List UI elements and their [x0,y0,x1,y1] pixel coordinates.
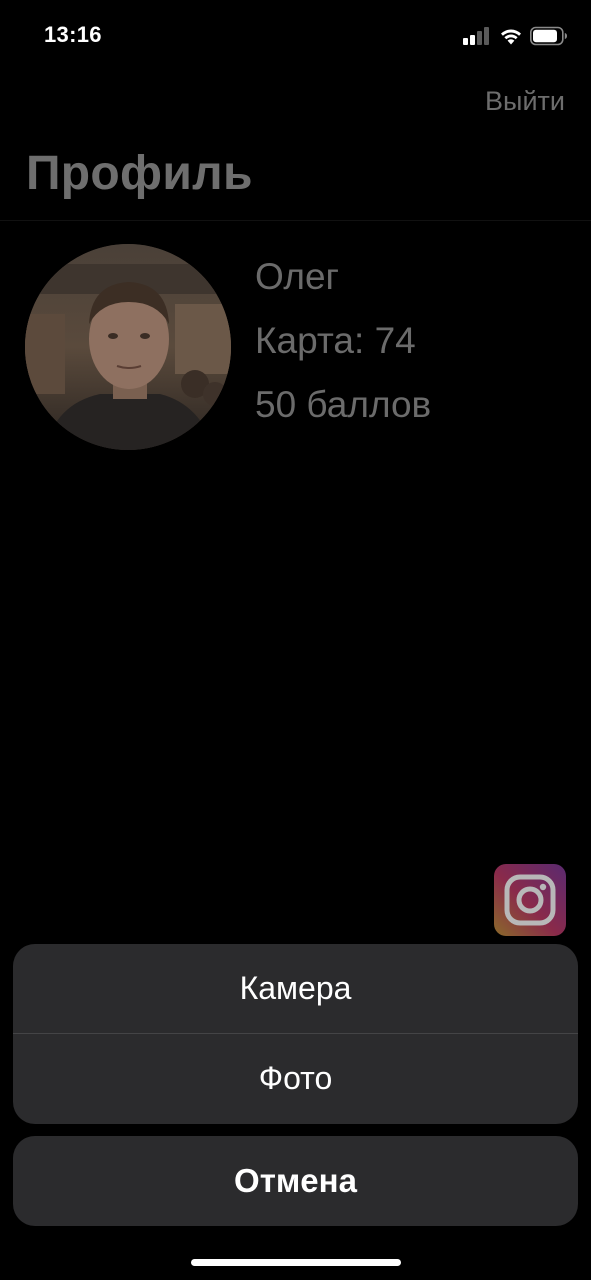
home-indicator[interactable] [191,1259,401,1266]
wifi-icon [501,29,521,45]
status-bar: 13:16 [0,0,591,72]
action-sheet-options: Камера Фото [13,944,578,1124]
profile-name: Олег [255,256,340,297]
logout-button[interactable]: Выйти [485,86,565,117]
status-time: 13:16 [44,22,102,47]
photo-option[interactable]: Фото [13,1034,578,1123]
avatar[interactable] [25,244,231,450]
profile-points: 50 баллов [255,384,432,425]
page-title: Профиль [26,147,253,200]
cancel-button[interactable]: Отмена [13,1136,578,1226]
profile-info: Олег Карта: 74 50 баллов [255,250,431,442]
instagram-button[interactable] [494,864,566,936]
signal-icon [463,27,491,45]
camera-option[interactable]: Камера [13,944,578,1033]
title-divider [0,220,591,221]
battery-icon [530,26,567,46]
profile-card: Карта: 74 [255,320,416,361]
instagram-icon [494,864,566,936]
avatar-photo [25,244,231,450]
